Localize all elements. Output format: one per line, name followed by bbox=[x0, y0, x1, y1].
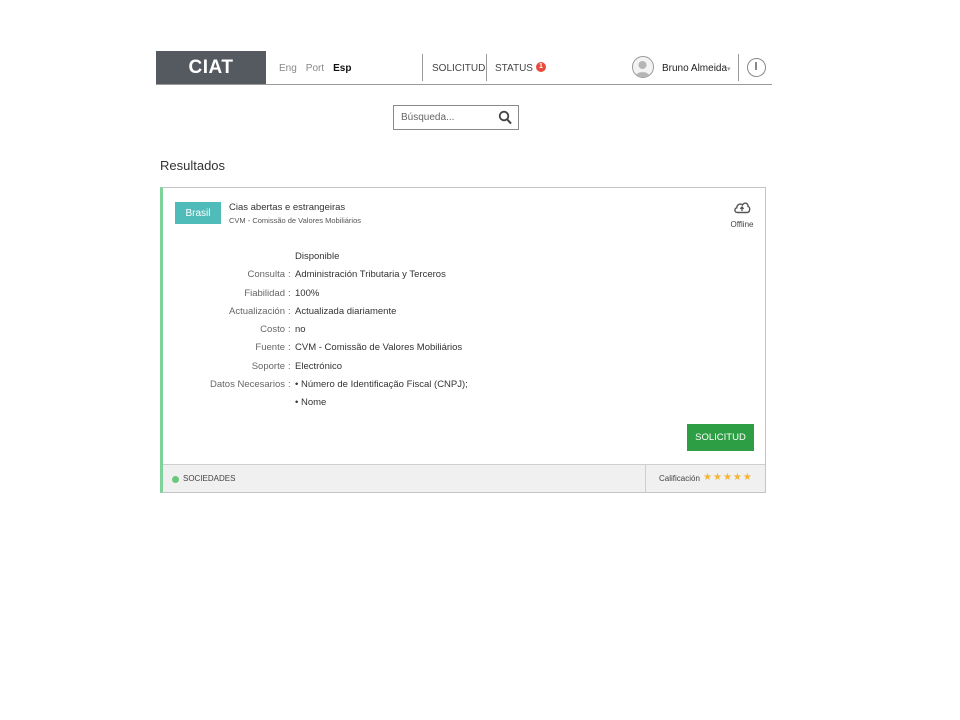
lang-port[interactable]: Port bbox=[306, 63, 324, 74]
chevron-down-icon[interactable]: ▾ bbox=[727, 65, 731, 73]
rating-label: Calificación bbox=[659, 474, 700, 483]
detail-separator: : bbox=[288, 324, 291, 336]
solicitud-button[interactable]: SOLICITUD bbox=[687, 424, 754, 451]
language-switcher: Eng Port Esp bbox=[279, 63, 351, 74]
status-dot-icon bbox=[172, 476, 179, 483]
user-avatar-icon[interactable] bbox=[632, 56, 654, 78]
offline-toggle[interactable]: Offline bbox=[729, 200, 755, 229]
detail-row-continued: • Nome bbox=[163, 397, 765, 415]
search-input[interactable] bbox=[401, 112, 497, 123]
user-name[interactable]: Bruno Almeida bbox=[662, 63, 727, 74]
detail-row: Datos Necesarios : • Número de Identific… bbox=[163, 379, 765, 397]
nav-status[interactable]: STATUS 1 bbox=[495, 61, 546, 75]
detail-value: Administración Tributaria y Terceros bbox=[295, 269, 446, 281]
detail-row: Fuente : CVM - Comissão de Valores Mobil… bbox=[163, 342, 765, 360]
detail-label: Actualización bbox=[229, 305, 285, 317]
nav-divider bbox=[422, 54, 423, 81]
search-box bbox=[393, 105, 519, 130]
lang-esp[interactable]: Esp bbox=[333, 63, 351, 74]
detail-label: Consulta bbox=[247, 269, 286, 281]
footer-divider bbox=[645, 465, 646, 493]
detail-value: • Nome bbox=[295, 397, 327, 409]
star-icon[interactable]: ★ bbox=[713, 472, 723, 483]
card-footer: SOCIEDADES Calificación ★ ★ ★ ★ ★ bbox=[163, 464, 765, 493]
status-badge: 1 bbox=[535, 61, 546, 72]
card-title[interactable]: Cias abertas e estrangeiras bbox=[229, 202, 345, 213]
detail-row-status: Disponible bbox=[163, 251, 765, 269]
detail-value: no bbox=[295, 324, 306, 336]
detail-separator: : bbox=[288, 342, 291, 354]
country-tag: Brasil bbox=[175, 202, 221, 224]
detail-label: Soporte bbox=[251, 360, 285, 372]
nav-solicitud[interactable]: SOLICITUD bbox=[432, 63, 485, 74]
search-icon[interactable] bbox=[498, 110, 512, 126]
star-icon[interactable]: ★ bbox=[723, 472, 733, 483]
ciat-logo[interactable]: CIAT bbox=[156, 51, 266, 84]
detail-separator: : bbox=[288, 360, 291, 372]
detail-label: Fiabilidad bbox=[244, 287, 285, 299]
power-icon[interactable] bbox=[747, 58, 766, 77]
nav-divider bbox=[486, 54, 487, 81]
detail-value: Electrónico bbox=[295, 360, 342, 372]
nav-divider bbox=[738, 54, 739, 81]
category-label: SOCIEDADES bbox=[183, 474, 236, 483]
details-list: Disponible Consulta : Administración Tri… bbox=[163, 251, 765, 416]
card-subtitle: CVM - Comissão de Valores Mobiliários bbox=[229, 216, 361, 225]
detail-row: Consulta : Administración Tributaria y T… bbox=[163, 269, 765, 287]
detail-row: Soporte : Electrónico bbox=[163, 361, 765, 379]
detail-separator: : bbox=[288, 287, 291, 299]
detail-value: Disponible bbox=[295, 251, 340, 262]
detail-value: 100% bbox=[295, 287, 320, 299]
detail-value: CVM - Comissão de Valores Mobiliários bbox=[295, 342, 463, 354]
lang-eng[interactable]: Eng bbox=[279, 63, 297, 74]
rating-stars: ★ ★ ★ ★ ★ bbox=[703, 472, 753, 483]
offline-label: Offline bbox=[730, 220, 754, 229]
detail-label: Datos Necesarios bbox=[210, 379, 285, 391]
detail-row: Actualización : Actualizada diariamente bbox=[163, 306, 765, 324]
results-heading: Resultados bbox=[160, 158, 226, 173]
star-icon[interactable]: ★ bbox=[743, 472, 753, 483]
star-icon[interactable]: ★ bbox=[703, 472, 713, 483]
detail-separator: : bbox=[288, 269, 291, 281]
detail-label: Costo bbox=[260, 324, 285, 336]
detail-row: Fiabilidad : 100% bbox=[163, 288, 765, 306]
detail-label: Fuente bbox=[255, 342, 285, 354]
top-navbar: CIAT Eng Port Esp SOLICITUD STATUS 1 Brun… bbox=[156, 51, 772, 85]
detail-value: • Número de Identificação Fiscal (CNPJ); bbox=[295, 379, 468, 391]
detail-row: Costo : no bbox=[163, 324, 765, 342]
detail-separator: : bbox=[288, 379, 291, 391]
result-card: Brasil Cias abertas e estrangeiras CVM -… bbox=[160, 187, 766, 493]
nav-status-label: STATUS bbox=[495, 63, 533, 74]
detail-value: Actualizada diariamente bbox=[295, 305, 397, 317]
cloud-upload-icon bbox=[734, 202, 751, 214]
detail-separator: : bbox=[288, 305, 291, 317]
star-icon[interactable]: ★ bbox=[733, 472, 743, 483]
